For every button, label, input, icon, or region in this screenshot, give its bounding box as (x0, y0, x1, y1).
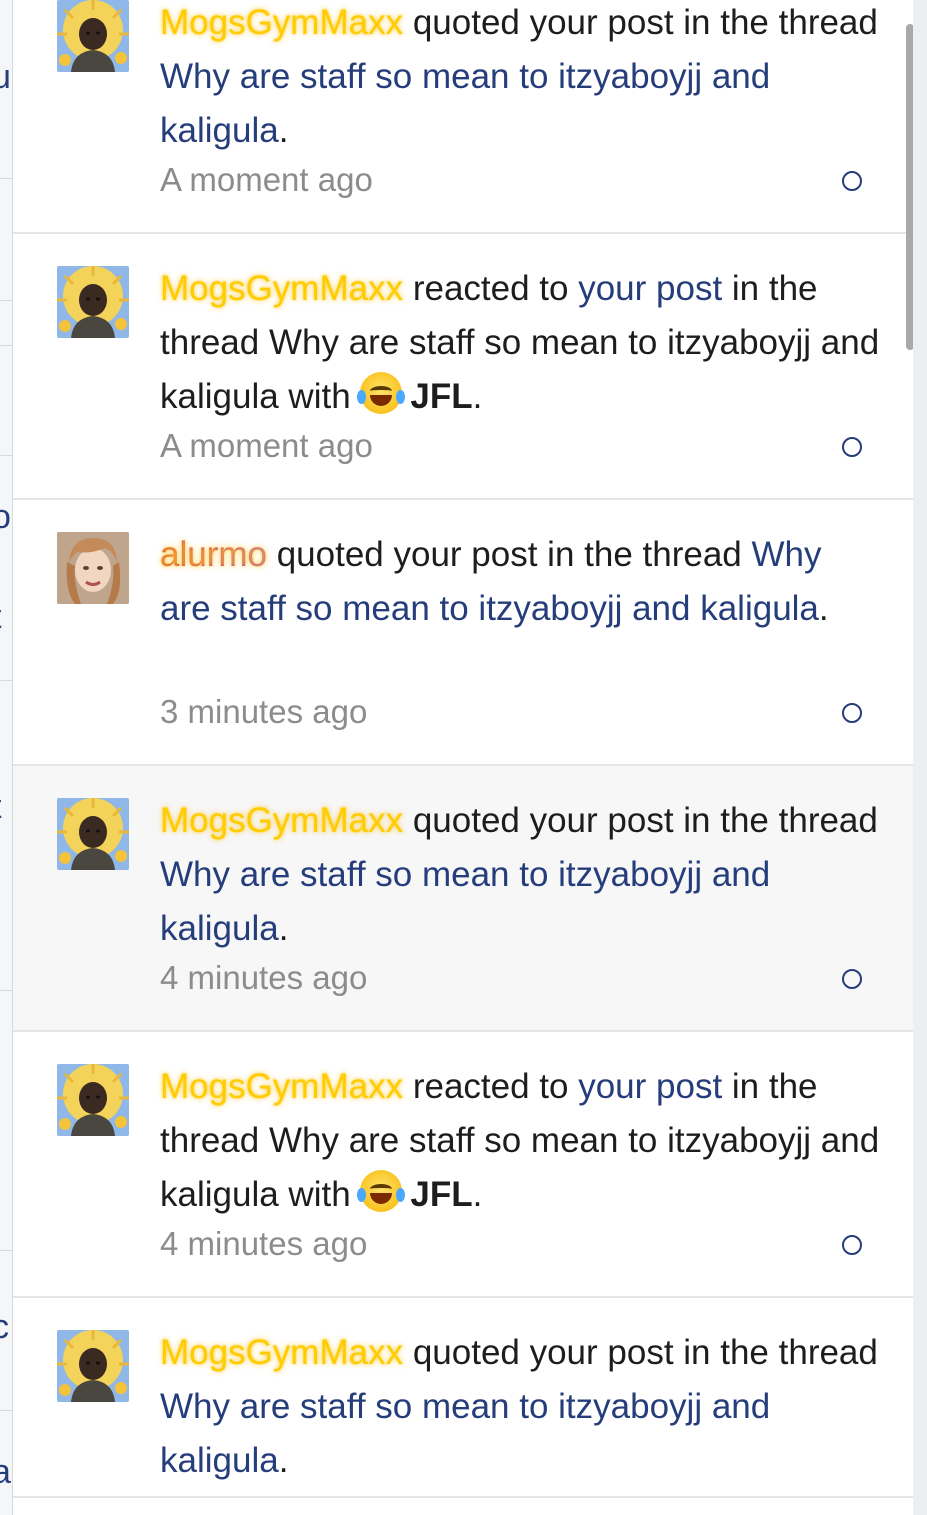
timestamp: 3 minutes ago (160, 693, 368, 730)
notification-text-segment: quoted your post in the thread (403, 3, 878, 42)
notification-item[interactable]: MogsGymMaxx reacted to your post in the … (13, 234, 913, 500)
background-page-glyph: u (0, 60, 11, 94)
background-page-right-edge (913, 0, 927, 1515)
notification-text: alurmo quoted your post in the thread Wh… (160, 528, 880, 636)
background-page-glyph: t (0, 790, 12, 824)
timestamp: 4 minutes ago (160, 1225, 368, 1262)
thread-link[interactable]: Why are staff so mean to itzyaboyjj and … (160, 1387, 770, 1480)
notification-text-segment: . (278, 111, 289, 150)
username-link[interactable]: MogsGymMaxx (160, 1333, 403, 1372)
notification-text-segment: . (278, 909, 289, 948)
mark-read-icon[interactable] (842, 437, 862, 457)
notification-item[interactable]: alurmo quoted your post in the thread Wh… (13, 500, 913, 766)
notification-item[interactable]: MogsGymMaxx quoted your post in the thre… (13, 0, 913, 234)
background-page-glyph: o (0, 500, 11, 534)
background-page-divider (0, 455, 12, 456)
username-link[interactable]: MogsGymMaxx (160, 1067, 403, 1106)
notification-text: MogsGymMaxx quoted your post in the thre… (160, 1326, 880, 1488)
username-link[interactable]: MogsGymMaxx (160, 801, 403, 840)
notification-item[interactable]: MogsGymMaxx quoted your post in the thre… (13, 1298, 913, 1498)
background-page-glyph: i (0, 390, 12, 424)
notification-text-segment: . (472, 1175, 483, 1214)
background-page-divider (0, 345, 12, 346)
notification-text-segment: quoted your post in the thread (403, 801, 878, 840)
notification-text: MogsGymMaxx quoted your post in the thre… (160, 794, 880, 956)
background-page-divider (0, 1410, 12, 1411)
background-page-glyph: t (0, 600, 12, 634)
background-page-glyph: a (0, 1455, 11, 1489)
notifications-popup[interactable]: MogsGymMaxx quoted your post in the thre… (12, 0, 914, 1515)
notification-text: MogsGymMaxx quoted your post in the thre… (160, 0, 880, 158)
notification-text-segment: quoted your post in the thread (266, 535, 752, 574)
notification-item[interactable]: MogsGymMaxx reacted to your post in the … (13, 1032, 913, 1298)
reaction-name: JFL (410, 1175, 473, 1214)
avatar[interactable] (57, 0, 129, 72)
background-page-divider (0, 680, 12, 681)
thread-link[interactable]: your post (578, 269, 722, 308)
notification-text-segment: quoted your post in the thread (403, 1333, 878, 1372)
mark-read-icon[interactable] (842, 969, 862, 989)
background-page-edge (0, 0, 12, 1515)
notification-text-segment: . (472, 377, 483, 416)
mark-read-icon[interactable] (842, 1235, 862, 1255)
laughing-crying-emoji-icon (357, 1170, 406, 1212)
background-page-divider (0, 1250, 12, 1251)
notification-item[interactable]: MogsGymMaxx quoted your post in the thre… (13, 766, 913, 1032)
laughing-crying-emoji-icon (357, 372, 406, 414)
notification-text-segment: . (818, 589, 829, 628)
background-page-divider (0, 300, 12, 301)
thread-link[interactable]: Why are staff so mean to itzyaboyjj and … (160, 855, 770, 948)
background-page-glyph: c (0, 1310, 9, 1344)
timestamp: 4 minutes ago (160, 959, 368, 996)
timestamp: A moment ago (160, 427, 373, 464)
notification-text: MogsGymMaxx reacted to your post in the … (160, 1060, 880, 1222)
username-link[interactable]: alurmo (160, 535, 267, 574)
thread-link[interactable]: your post (578, 1067, 722, 1106)
avatar[interactable] (57, 1064, 129, 1136)
thread-link[interactable]: Why are staff so mean to itzyaboyjj and … (160, 57, 770, 150)
reaction-name: JFL (410, 377, 473, 416)
notification-text-segment: reacted to (403, 269, 579, 308)
avatar[interactable] (57, 532, 129, 604)
username-link[interactable]: MogsGymMaxx (160, 269, 403, 308)
avatar[interactable] (57, 798, 129, 870)
notification-text-segment: . (278, 1441, 289, 1480)
background-page-divider (0, 990, 12, 991)
timestamp: A moment ago (160, 161, 373, 198)
mark-read-icon[interactable] (842, 171, 862, 191)
notification-text-segment: reacted to (403, 1067, 579, 1106)
avatar[interactable] (57, 1330, 129, 1402)
notification-text: MogsGymMaxx reacted to your post in the … (160, 262, 880, 424)
avatar[interactable] (57, 266, 129, 338)
mark-read-icon[interactable] (842, 703, 862, 723)
username-link[interactable]: MogsGymMaxx (160, 3, 403, 42)
background-page-divider (0, 178, 12, 179)
